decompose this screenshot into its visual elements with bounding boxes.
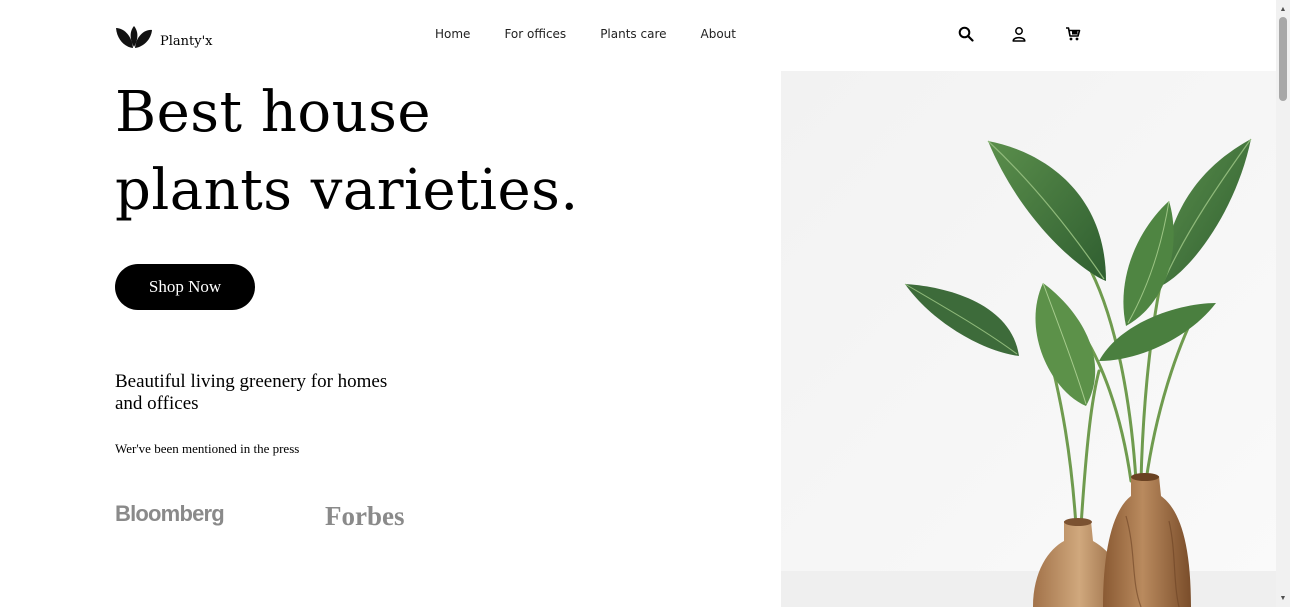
cart-icon [1066, 27, 1081, 41]
leaf-logo-icon [116, 26, 152, 48]
brand-name: Planty'x [160, 34, 213, 49]
main-nav: Home For offices Plants care About [435, 27, 736, 41]
press-logo-forbes: Forbes [325, 501, 405, 531]
hero-plant-image [781, 71, 1276, 607]
search-icon [958, 26, 974, 42]
search-button[interactable] [956, 24, 976, 44]
user-icon [1012, 27, 1026, 42]
hero-title-line-2: plants varieties. [115, 158, 579, 223]
hero-title: Best house plants varieties. [115, 74, 675, 230]
scroll-down-arrow-icon[interactable]: ▼ [1276, 591, 1290, 605]
nav-item-plants-care[interactable]: Plants care [600, 27, 666, 41]
nav-item-for-offices[interactable]: For offices [504, 27, 566, 41]
brand-logo[interactable]: Planty'x [114, 20, 213, 50]
hero-subtitle: Beautiful living greenery for homes and … [115, 371, 388, 414]
account-button[interactable] [1009, 24, 1029, 44]
scrollbar-thumb[interactable] [1279, 17, 1287, 101]
nav-item-home[interactable]: Home [435, 27, 470, 41]
scroll-up-arrow-icon[interactable]: ▲ [1276, 2, 1290, 16]
shop-now-button[interactable]: Shop Now [115, 264, 255, 310]
cart-button[interactable] [1063, 24, 1083, 44]
press-logo-bloomberg: Bloomberg [115, 501, 225, 526]
page-scrollbar[interactable]: ▲ ▼ [1276, 0, 1290, 607]
press-label: Wer've been mentioned in the press [115, 441, 300, 456]
hero-title-line-1: Best house [115, 80, 432, 145]
nav-item-about[interactable]: About [701, 27, 736, 41]
